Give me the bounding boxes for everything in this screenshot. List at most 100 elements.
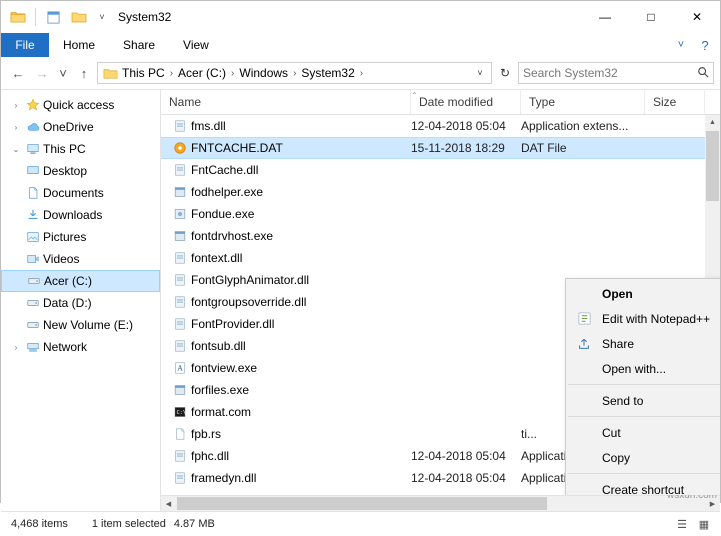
sidebar-item-network[interactable]: › Network [1, 336, 160, 358]
file-name: FontProvider.dll [191, 317, 274, 331]
minimize-button[interactable]: — [582, 1, 628, 33]
horizontal-scrollbar[interactable]: ◀ ▶ [161, 495, 720, 511]
table-row[interactable]: fontext.dll [161, 247, 720, 269]
icons-view-icon[interactable]: ▦ [694, 515, 714, 533]
menu-item-edit-with-notepadpp[interactable]: Edit with Notepad++ [566, 306, 720, 331]
sidebar-item-downloads[interactable]: Downloads [1, 204, 160, 226]
quick-access-caret-icon[interactable]: ˅ [94, 9, 110, 25]
breadcrumb-dropdown-icon[interactable]: ˅ [471, 68, 489, 78]
tab-file[interactable]: File [1, 33, 49, 57]
breadcrumb[interactable]: This PC › Acer (C:) › Windows › System32… [97, 62, 492, 84]
ribbon-tabs: File Home Share View ˅ ? [1, 33, 720, 57]
new-folder-icon[interactable] [68, 6, 90, 28]
drive-icon [23, 296, 43, 310]
sidebar-item-acer-c[interactable]: Acer (C:) [1, 270, 160, 292]
close-button[interactable]: ✕ [674, 1, 720, 33]
dll-icon [169, 471, 191, 485]
menu-item-open-with[interactable]: Open with... [566, 356, 720, 381]
menu-item-label: Open [602, 287, 633, 301]
com-icon: C:\ [169, 405, 191, 419]
table-row[interactable]: fontdrvhost.exe [161, 225, 720, 247]
table-row[interactable]: Fondue.exe [161, 203, 720, 225]
search-input[interactable]: Search System32 [518, 62, 714, 84]
menu-item-open[interactable]: Open [566, 281, 720, 306]
properties-icon[interactable] [42, 6, 64, 28]
window-controls: — □ ✕ [582, 1, 720, 33]
breadcrumb-item-windows[interactable]: Windows [237, 66, 290, 80]
window-title: System32 [118, 10, 171, 24]
menu-item-label: Create shortcut [602, 483, 684, 496]
tab-share[interactable]: Share [109, 33, 169, 57]
sidebar-item-new-volume-e[interactable]: New Volume (E:) [1, 314, 160, 336]
downloads-icon [23, 208, 43, 222]
exe-icon: A [169, 361, 191, 375]
breadcrumb-item-system32[interactable]: System32 [299, 66, 356, 80]
file-name-cell: fontext.dll [161, 251, 411, 265]
sidebar-item-label: This PC [43, 142, 86, 156]
forward-button[interactable]: → [31, 62, 53, 84]
scroll-left-icon[interactable]: ◀ [161, 496, 176, 511]
chevron-right-icon[interactable]: › [9, 343, 23, 352]
sidebar-item-data-d[interactable]: Data (D:) [1, 292, 160, 314]
menu-item-create-shortcut[interactable]: Create shortcut [566, 477, 720, 495]
back-button[interactable]: ← [7, 62, 29, 84]
file-name: FontGlyphAnimator.dll [191, 273, 309, 287]
column-header-name[interactable]: Name [161, 90, 411, 114]
menu-item-send-to[interactable]: Send to ❯ [566, 388, 720, 413]
scroll-up-icon[interactable]: ▲ [705, 115, 720, 130]
column-header-type[interactable]: Type [521, 90, 645, 114]
breadcrumb-separator-icon: › [290, 68, 299, 79]
table-row[interactable]: FNTCACHE.DAT 15-11-2018 18:29 DAT File [161, 137, 720, 159]
menu-item-share[interactable]: Share [566, 331, 720, 356]
details-view-icon[interactable]: ☰ [672, 515, 692, 533]
sidebar-item-quick-access[interactable]: › Quick access [1, 94, 160, 116]
recent-locations-button[interactable]: ˅ [55, 62, 71, 84]
toolbar-divider [35, 8, 36, 26]
notepadpp-icon [574, 311, 594, 326]
context-menu[interactable]: Open Edit with Notepad++ Share Open with… [565, 278, 720, 495]
sidebar-item-videos[interactable]: Videos [1, 248, 160, 270]
sidebar-item-onedrive[interactable]: › OneDrive [1, 116, 160, 138]
chevron-down-icon[interactable]: ⌄ [9, 145, 23, 154]
sidebar-item-this-pc[interactable]: ⌄ This PC [1, 138, 160, 160]
menu-separator [568, 416, 720, 417]
ribbon-expand-caret-icon[interactable]: ˅ [670, 34, 692, 56]
column-header-size[interactable]: Size [645, 90, 705, 114]
sidebar-item-label: Quick access [43, 98, 114, 112]
file-name: fontgroupsoverride.dll [191, 295, 306, 309]
menu-item-cut[interactable]: Cut [566, 420, 720, 445]
file-name: fontview.exe [191, 361, 257, 375]
table-row[interactable]: fms.dll 12-04-2018 05:04 Application ext… [161, 115, 720, 137]
chevron-right-icon[interactable]: › [9, 123, 23, 132]
file-date: 12-04-2018 05:04 [411, 119, 521, 133]
file-name-cell: Fondue.exe [161, 207, 411, 221]
chevron-right-icon[interactable]: › [9, 101, 23, 110]
file-list-pane: Name Date modified Type Size ⌃ fms.dll 1… [161, 90, 720, 511]
file-name-cell: FNTCACHE.DAT [161, 141, 411, 155]
sidebar-item-desktop[interactable]: Desktop [1, 160, 160, 182]
tab-view[interactable]: View [169, 33, 223, 57]
table-row[interactable]: fodhelper.exe [161, 181, 720, 203]
menu-item-copy[interactable]: Copy [566, 445, 720, 470]
sidebar-item-documents[interactable]: Documents [1, 182, 160, 204]
sidebar-item-label: Data (D:) [43, 296, 92, 310]
maximize-button[interactable]: □ [628, 1, 674, 33]
file-list[interactable]: fms.dll 12-04-2018 05:04 Application ext… [161, 115, 720, 495]
file-name-cell: FontProvider.dll [161, 317, 411, 331]
help-icon[interactable]: ? [694, 34, 716, 56]
breadcrumb-item-acer-c[interactable]: Acer (C:) [176, 66, 228, 80]
horizontal-scroll-thumb[interactable] [177, 497, 547, 510]
table-row[interactable]: FntCache.dll [161, 159, 720, 181]
breadcrumb-item-this-pc[interactable]: This PC [120, 66, 167, 80]
refresh-button[interactable]: ↻ [494, 62, 516, 84]
sidebar-item-label: New Volume (E:) [43, 318, 133, 332]
up-button[interactable]: ↑ [73, 62, 95, 84]
column-header-date-modified[interactable]: Date modified [411, 90, 521, 114]
tab-home[interactable]: Home [49, 33, 109, 57]
menu-separator [568, 473, 720, 474]
status-selection: 1 item selected [68, 518, 166, 530]
search-icon[interactable] [697, 66, 709, 81]
vertical-scroll-thumb[interactable] [706, 131, 719, 201]
sidebar-item-pictures[interactable]: Pictures [1, 226, 160, 248]
menu-item-label: Share [602, 337, 634, 351]
